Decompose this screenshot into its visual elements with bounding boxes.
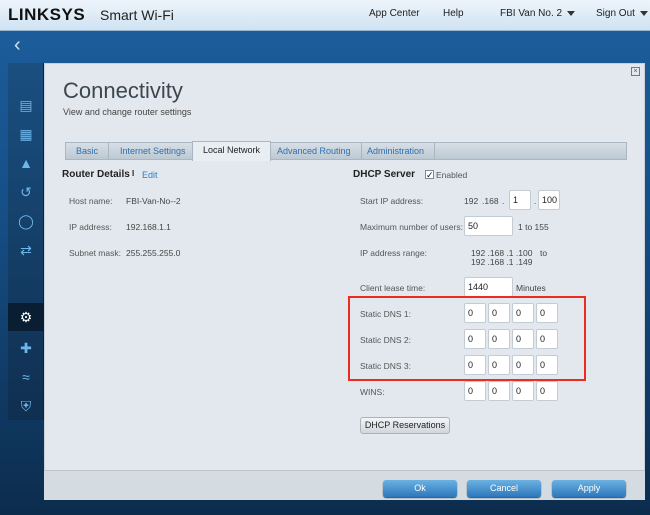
usb-storage-icon[interactable]: ⇄ [16, 242, 36, 258]
ip-range-label: IP address range: [360, 248, 427, 258]
wins-octet-2[interactable]: 0 [488, 381, 510, 401]
start-ip-octet-4[interactable]: 100 [538, 190, 560, 210]
max-users-input[interactable]: 50 [464, 216, 513, 236]
tab-advanced-routing[interactable]: Advanced Routing [267, 143, 362, 160]
apply-button[interactable]: Apply [552, 480, 626, 497]
max-users-label: Maximum number of users: [360, 222, 463, 232]
close-icon[interactable]: × [631, 67, 640, 76]
app-center-link[interactable]: App Center [369, 8, 420, 19]
dhcp-enabled-checkbox[interactable]: ✓ [425, 170, 434, 180]
start-ip-octet-2: .168 [482, 196, 499, 206]
gear-icon: ⚙ [19, 309, 33, 325]
subnet-mask-value: 255.255.255.0 [126, 248, 181, 258]
tab-basic[interactable]: Basic [66, 143, 110, 160]
host-name-label: Host name: [69, 196, 113, 206]
tab-administration[interactable]: Administration [357, 143, 436, 160]
dot: . [534, 196, 537, 206]
tab-bar: Basic Internet Settings Local Network Ad… [65, 141, 627, 161]
security-alert-icon[interactable]: ▲ [16, 155, 36, 171]
dhcp-server-heading: DHCP Server [353, 169, 416, 180]
start-ip-label: Start IP address: [360, 196, 424, 206]
ip-address-label: IP address: [69, 222, 112, 232]
sidebar: ▤ ▦ ▲ ↺ ◯ ⇄ ⚙ ✚ ≈ ⛨ [8, 63, 44, 420]
sign-out-menu[interactable]: Sign Out [596, 8, 648, 19]
ip-range-to: 192 .168 .1 .149 [471, 257, 533, 267]
host-name-value: FBI-Van-No--2 [126, 196, 181, 206]
linksys-logo: LINKSYS [8, 5, 86, 24]
highlight-box [348, 296, 586, 381]
ok-button[interactable]: Ok [383, 480, 457, 497]
page-subtitle: View and change router settings [63, 107, 192, 117]
max-users-range: 1 to 155 [518, 222, 549, 232]
ip-range-to-word: to [540, 248, 548, 258]
devices-icon[interactable]: ▤ [16, 97, 36, 113]
wins-octet-4[interactable]: 0 [536, 381, 558, 401]
security-shield-icon[interactable]: ⛨ [16, 398, 36, 414]
chevron-down-icon [567, 10, 576, 16]
subnet-mask-label: Subnet mask: [69, 248, 121, 258]
product-name: Smart Wi-Fi [100, 7, 174, 23]
enabled-label: Enabled [436, 170, 468, 180]
lease-time-input[interactable]: 1440 [464, 277, 513, 297]
connectivity-dialog: × Connectivity View and change router se… [44, 63, 645, 500]
back-arrow-icon[interactable]: ‹ [14, 34, 21, 57]
troubleshooting-icon[interactable]: ✚ [16, 340, 36, 356]
sign-out-label: Sign Out [596, 8, 635, 19]
start-ip-octet-1: 192 [464, 196, 479, 206]
lease-unit: Minutes [516, 283, 546, 293]
start-ip-octet-3[interactable]: 1 [509, 190, 531, 210]
parental-controls-icon[interactable]: ▦ [16, 126, 36, 142]
page-title: Connectivity [63, 78, 183, 103]
chevron-down-icon [639, 10, 648, 16]
lease-time-label: Client lease time: [360, 283, 426, 293]
dhcp-reservations-button[interactable]: DHCP Reservations [360, 417, 450, 434]
wins-octet-3[interactable]: 0 [512, 381, 534, 401]
sidebar-item-connectivity[interactable]: ⚙ [8, 303, 44, 331]
ip-address-value: 192.168.1.1 [126, 222, 171, 232]
dot: . [502, 196, 505, 206]
router-menu[interactable]: FBI Van No. 2 [500, 8, 576, 19]
edit-link[interactable]: Edit [142, 170, 158, 180]
media-prioritization-icon[interactable]: ↺ [16, 184, 36, 200]
wireless-icon[interactable]: ≈ [16, 369, 36, 385]
tab-internet-settings[interactable]: Internet Settings [110, 143, 197, 160]
separator: I [132, 169, 135, 178]
help-link[interactable]: Help [443, 8, 464, 19]
speed-test-icon[interactable]: ◯ [16, 213, 36, 229]
router-details-heading: Router Details [62, 169, 130, 180]
router-name: FBI Van No. 2 [500, 8, 563, 19]
wins-label: WINS: [360, 387, 385, 397]
cancel-button[interactable]: Cancel [467, 480, 541, 497]
wins-octet-1[interactable]: 0 [464, 381, 486, 401]
tab-local-network[interactable]: Local Network [192, 141, 272, 161]
